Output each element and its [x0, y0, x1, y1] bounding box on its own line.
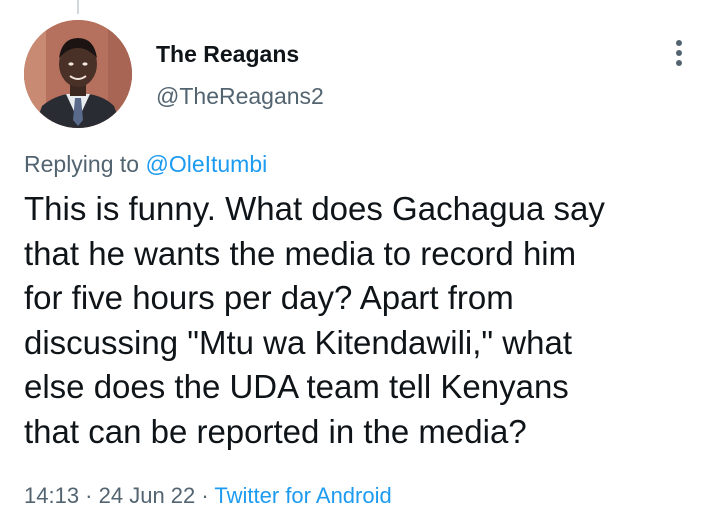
tweet-text-line: that can be reported in the media? — [24, 412, 527, 450]
meta-separator: · — [195, 483, 215, 508]
tweet-date[interactable]: 24 Jun 22 — [99, 483, 196, 508]
tweet-time[interactable]: 14:13 — [24, 483, 79, 508]
tweet-text-line: for five hours per day? Apart from — [24, 279, 514, 317]
avatar[interactable] — [24, 20, 132, 128]
more-vertical-icon — [676, 40, 682, 66]
tweet-author: The Reagans @TheReagans2 — [156, 40, 324, 110]
thread-connector-line — [77, 0, 79, 14]
tweet-text-line: else does the UDA team tell Kenyans — [24, 368, 569, 406]
meta-separator: · — [79, 483, 99, 508]
tweet-text-line: that he wants the media to record him — [24, 234, 577, 272]
tweet-source-link[interactable]: Twitter for Android — [214, 483, 391, 508]
tweet-text: This is funny. What does Gachagua say th… — [24, 187, 704, 455]
author-display-name[interactable]: The Reagans — [156, 40, 324, 68]
reply-mention-link[interactable]: @OleItumbi — [145, 151, 267, 177]
author-handle[interactable]: @TheReagans2 — [156, 82, 324, 110]
tweet-text-line: discussing "Mtu wa Kitendawili," what — [24, 323, 572, 361]
more-options-icon[interactable] — [670, 38, 688, 68]
replying-to-prefix: Replying to — [24, 151, 146, 177]
replying-to: Replying to @OleItumbi — [24, 150, 267, 178]
tweet-meta: 14:13 · 24 Jun 22 · Twitter for Android — [24, 482, 392, 510]
profile-photo-icon — [24, 20, 132, 128]
tweet-text-line: This is funny. What does Gachagua say — [24, 190, 605, 227]
